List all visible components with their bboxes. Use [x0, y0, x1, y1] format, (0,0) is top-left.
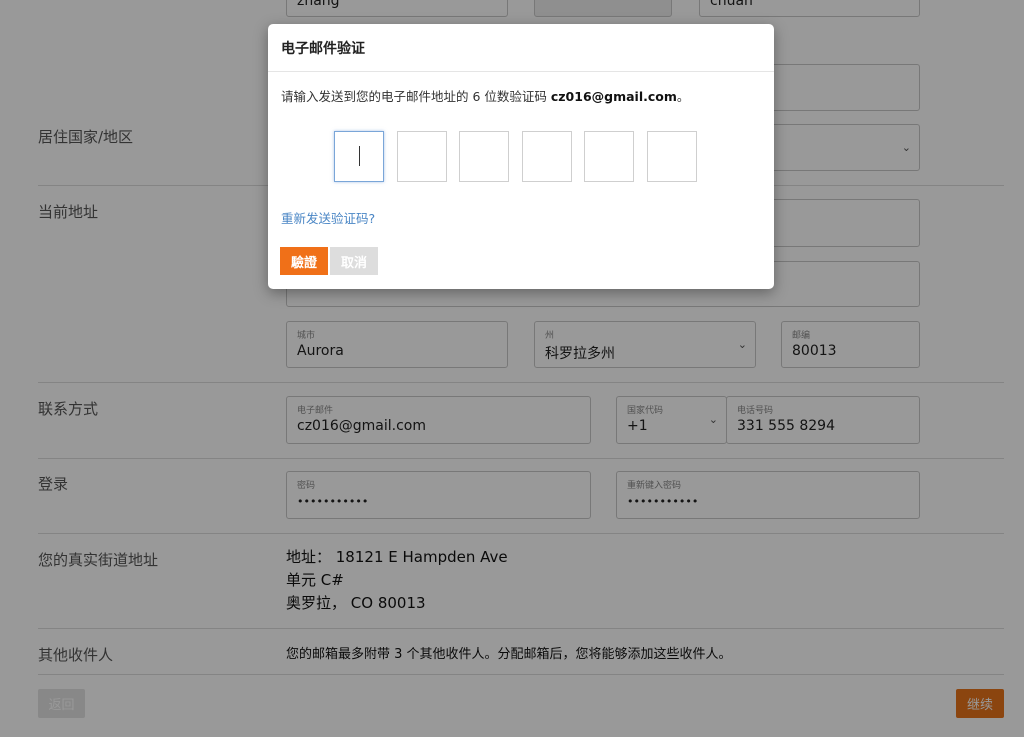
code-digit-5[interactable]	[584, 131, 634, 182]
code-digit-2[interactable]	[397, 131, 447, 182]
modal-divider	[268, 71, 774, 72]
modal-message-email: cz016@gmail.com	[550, 89, 677, 104]
text-cursor	[359, 146, 360, 166]
modal-message-suffix: 。	[676, 89, 690, 104]
verify-button[interactable]: 驗證	[280, 247, 328, 275]
email-verification-modal: 电子邮件验证 请输入发送到您的电子邮件地址的 6 位数验证码 cz016@gma…	[268, 24, 774, 289]
code-digit-4[interactable]	[522, 131, 572, 182]
modal-title: 电子邮件验证	[281, 41, 365, 57]
modal-message-text: 请输入发送到您的电子邮件地址的 6 位数验证码	[281, 89, 551, 104]
resend-code-link[interactable]: 重新发送验证码?	[281, 208, 375, 227]
cancel-button[interactable]: 取消	[330, 247, 378, 275]
code-digit-3[interactable]	[459, 131, 509, 182]
code-digit-6[interactable]	[647, 131, 697, 182]
modal-message: 请输入发送到您的电子邮件地址的 6 位数验证码 cz016@gmail.com。	[281, 86, 689, 105]
